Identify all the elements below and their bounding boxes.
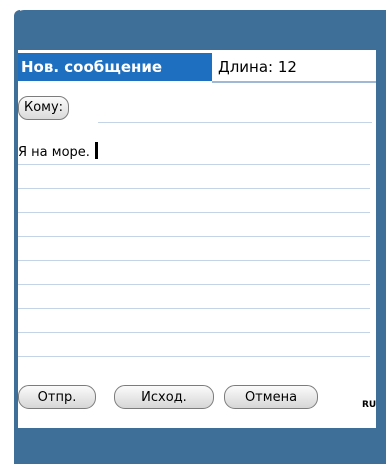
ruled-line — [18, 260, 370, 261]
message-body[interactable]: Я на море. — [18, 142, 98, 164]
ruled-line — [18, 188, 370, 189]
send-button[interactable]: Отпр. — [18, 385, 96, 409]
recipient-button[interactable]: Кому: — [18, 96, 70, 120]
ruled-line — [18, 332, 370, 333]
recipient-field[interactable] — [98, 122, 372, 123]
title-divider — [212, 81, 376, 83]
device-frame-top — [14, 10, 386, 52]
ruled-line — [18, 308, 370, 309]
outbox-button[interactable]: Исход. — [114, 385, 214, 409]
text-cursor — [94, 142, 98, 159]
ruled-line — [18, 212, 370, 213]
title-bar: Нов. сообщение Длина: 12 — [18, 50, 376, 84]
ruled-line — [18, 356, 370, 357]
ruled-line — [18, 284, 370, 285]
ruled-line — [18, 236, 370, 237]
message-length: Длина: 12 — [218, 58, 297, 76]
new-message-screen: Нов. сообщение Длина: 12 Кому: Я на море… — [18, 50, 376, 428]
phone-device: Нов. сообщение Длина: 12 Кому: Я на море… — [0, 0, 386, 464]
ruled-line — [18, 164, 370, 165]
input-mode-indicator: RU — [362, 400, 376, 410]
screen-title: Нов. сообщение — [18, 53, 212, 81]
message-text: Я на море. — [18, 145, 90, 160]
device-frame-right — [376, 10, 386, 464]
device-frame-bottom — [14, 428, 386, 464]
cancel-button[interactable]: Отмена — [224, 385, 318, 409]
